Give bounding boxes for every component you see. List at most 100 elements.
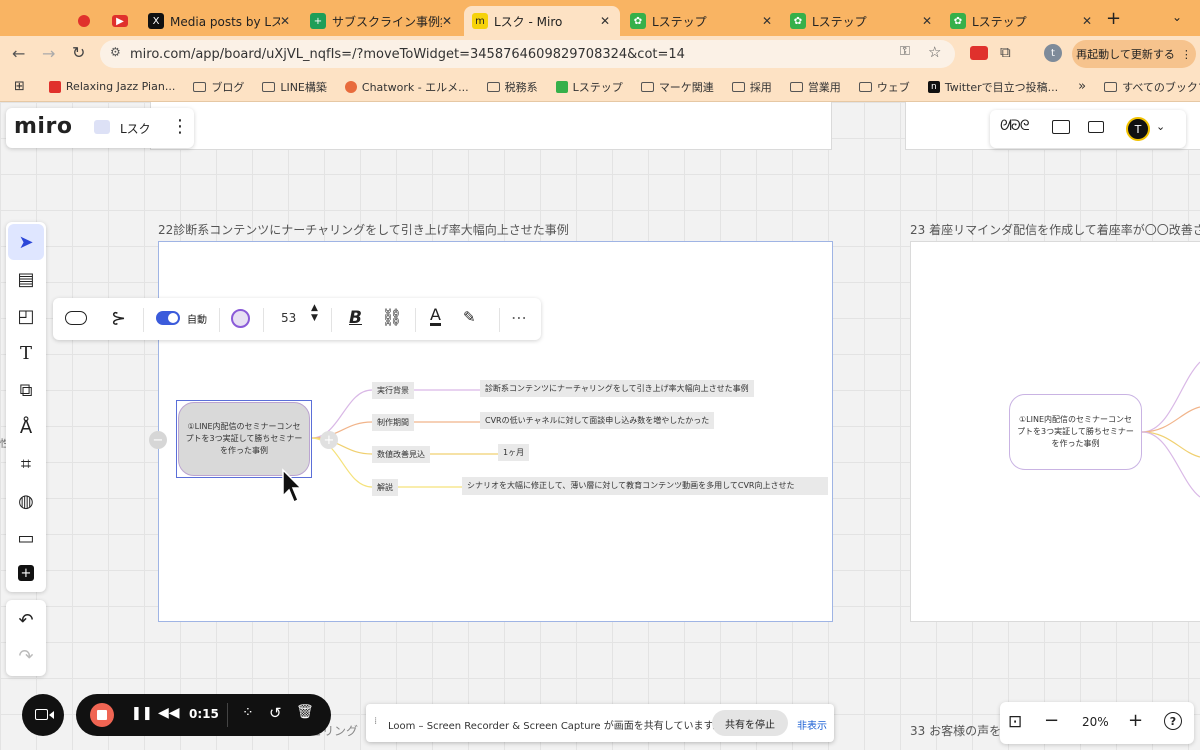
bookmark-relaxing-jazz[interactable]: Relaxing Jazz Pian... [48, 80, 175, 93]
palette-icon[interactable]: ◍ [8, 483, 44, 519]
text-tool-icon[interactable]: T [8, 335, 44, 371]
connector-style-icon[interactable]: ⊱ [111, 308, 126, 329]
tab-youtube[interactable]: ▶ [104, 6, 138, 36]
delete-icon[interactable]: 🗑 [296, 704, 314, 720]
more-bookmarks-icon[interactable]: » [1078, 79, 1086, 94]
tab-recording[interactable] [70, 6, 100, 36]
restart-icon[interactable]: ↺ [269, 704, 282, 722]
sticky-note-icon[interactable]: ◰ [8, 298, 44, 334]
branch-label-period[interactable]: 制作期間 [372, 414, 414, 431]
collapse-left-icon[interactable]: − [149, 431, 167, 449]
close-icon[interactable]: ✕ [762, 14, 772, 28]
branch-value-background[interactable]: 診断系コンテンツにナーチャリングをして引き上げ率大幅向上させた事例 [480, 380, 754, 397]
tab-lstep-2[interactable]: ✿ Lステップ ✕ [782, 6, 942, 36]
shape-oval-icon[interactable] [65, 311, 87, 325]
url-input[interactable]: ⚙ miro.com/app/board/uXjVL_nqfIs=/?moveT… [100, 40, 955, 68]
tab-miro-active[interactable]: m Lスク - Miro ✕ [464, 6, 620, 36]
star-icon[interactable]: ☆ [928, 43, 941, 61]
board-menu-icon[interactable]: ⋮ [171, 116, 189, 137]
help-icon[interactable]: ? [1164, 712, 1182, 730]
redo-icon[interactable]: ↷ [8, 638, 44, 674]
font-size-stepper-icon[interactable]: ▲ ▼ [311, 303, 318, 324]
presentation-icon[interactable] [1052, 120, 1070, 134]
video-call-icon[interactable] [1088, 121, 1104, 133]
fill-color-icon[interactable] [231, 309, 250, 328]
bookmark-twitter-post[interactable]: n Twitterで目立つ投稿... [927, 79, 1058, 95]
reactions-icon[interactable]: ᘛᘒᘓ [1000, 118, 1030, 134]
comment-icon[interactable]: ▭ [8, 520, 44, 556]
pause-icon[interactable]: ❚❚ [131, 706, 153, 721]
tab-x-posts[interactable]: X Media posts by Lステ ✕ [140, 6, 300, 36]
user-avatar[interactable]: T [1126, 117, 1150, 141]
tab-sheets[interactable]: + サブスクライン事例集3 ✕ [302, 6, 462, 36]
tab-lstep-3[interactable]: ✿ Lステップ ✕ [942, 6, 1102, 36]
fit-screen-icon[interactable]: ⊡ [1008, 712, 1022, 732]
branch-value-explanation[interactable]: シナリオを大幅に修正して、薄い層に対して教育コンテンツ動画を多用してCVR向上さ… [462, 477, 828, 495]
branch-value-improvement[interactable]: 1ヶ月 [498, 444, 530, 461]
drag-handle-icon[interactable]: ⁞ [374, 716, 377, 727]
relaunch-update-button[interactable]: 再起動して更新する ⋮ [1072, 40, 1196, 68]
close-icon[interactable]: ✕ [600, 14, 610, 28]
add-child-node-icon[interactable]: + [320, 431, 338, 449]
branch-label-background[interactable]: 実行背景 [372, 382, 414, 399]
bookmark-recruit[interactable]: 採用 [731, 79, 772, 95]
hide-link[interactable]: 非表示 [797, 717, 827, 732]
text-color-icon[interactable]: A [430, 307, 441, 326]
mindmap-root-node[interactable]: ①LINE内配信のセミナーコンセプトを3つ実証して勝ちセミナーを作った事例 [178, 402, 310, 476]
bold-icon[interactable]: B [349, 308, 362, 328]
close-icon[interactable]: ✕ [442, 14, 452, 28]
zoom-out-icon[interactable]: − [1044, 710, 1059, 731]
tab-lstep-1[interactable]: ✿ Lステップ ✕ [622, 6, 782, 36]
chevron-down-icon[interactable]: ⌄ [1156, 120, 1165, 133]
shapes-icon[interactable]: ⧉ [8, 372, 44, 408]
add-more-icon[interactable]: + [8, 555, 44, 591]
extensions-puzzle-icon[interactable]: ⧉ [1000, 43, 1011, 61]
auto-toggle[interactable] [156, 311, 180, 325]
miro-board-canvas[interactable]: 22診断系コンテンツにナーチャリングをして引き上げ率大幅向上させた事例 23 着… [0, 102, 1200, 750]
templates-icon[interactable]: ▤ [8, 261, 44, 297]
right-mindmap-root-node[interactable]: ①LINE内配信のセミナーコンセプトを3つ実証して勝ちセミナーを作った事例 [1009, 394, 1142, 470]
branch-label-improvement[interactable]: 数値改善見込 [372, 446, 430, 463]
link-icon[interactable]: ⛓ [381, 308, 403, 328]
loom-camera-button[interactable] [22, 694, 64, 736]
grid-dots-icon[interactable]: ⁘ [242, 705, 254, 721]
branch-value-period[interactable]: CVRの低いチャネルに対して面談申し込み数を増やしたかった [480, 412, 715, 429]
zoom-in-icon[interactable]: + [1128, 710, 1143, 731]
new-tab-icon[interactable]: + [1106, 8, 1121, 29]
bookmark-chatwork[interactable]: Chatwork - エルメ... [344, 79, 469, 95]
forward-arrow-icon[interactable]: → [42, 44, 55, 63]
bookmark-marketing[interactable]: マーケ関連 [640, 79, 714, 95]
rewind-icon[interactable]: ◀◀ [158, 705, 180, 721]
stop-sharing-button[interactable]: 共有を停止 [712, 710, 788, 736]
bookmark-blog[interactable]: ブログ [193, 79, 244, 95]
board-name[interactable]: Lスク [120, 120, 151, 137]
close-icon[interactable]: ✕ [280, 14, 290, 28]
highlight-icon[interactable]: ✎ [463, 308, 476, 326]
bookmark-line-build[interactable]: LINE構築 [262, 79, 327, 95]
font-size-value[interactable]: 53 [281, 311, 296, 325]
back-arrow-icon[interactable]: ← [12, 44, 25, 63]
tab-list-chevron-icon[interactable]: ⌄ [1172, 10, 1182, 24]
profile-avatar[interactable]: t [1044, 44, 1062, 62]
site-info-icon[interactable]: ⚙ [110, 45, 121, 59]
bookmark-all[interactable]: すべてのブックマーク [1104, 79, 1200, 95]
apps-grid-icon[interactable]: ⊞ [14, 79, 25, 94]
frame-tool-icon[interactable]: ⌗ [8, 446, 44, 482]
undo-icon[interactable]: ↶ [8, 602, 44, 638]
close-icon[interactable]: ✕ [922, 14, 932, 28]
bookmark-web[interactable]: ウェブ [858, 79, 910, 95]
reload-icon[interactable]: ↻ [72, 43, 85, 62]
pen-tool-icon[interactable]: Å [8, 409, 44, 445]
select-tool-icon[interactable]: ➤ [8, 224, 44, 260]
miro-logo[interactable]: miro [14, 114, 72, 139]
bookmark-lstep[interactable]: Lステップ [555, 79, 623, 95]
stop-recording-button[interactable] [90, 703, 114, 727]
bookmark-tax[interactable]: 税務系 [486, 79, 538, 95]
zoom-level[interactable]: 20% [1082, 715, 1109, 729]
close-icon[interactable]: ✕ [1082, 14, 1092, 28]
bookmark-sales[interactable]: 営業用 [789, 79, 841, 95]
more-options-icon[interactable]: ⋯ [511, 308, 527, 327]
key-icon[interactable]: ⚿ [900, 44, 910, 59]
branch-label-explanation[interactable]: 解説 [372, 479, 398, 496]
extension-record-icon[interactable] [970, 46, 988, 60]
